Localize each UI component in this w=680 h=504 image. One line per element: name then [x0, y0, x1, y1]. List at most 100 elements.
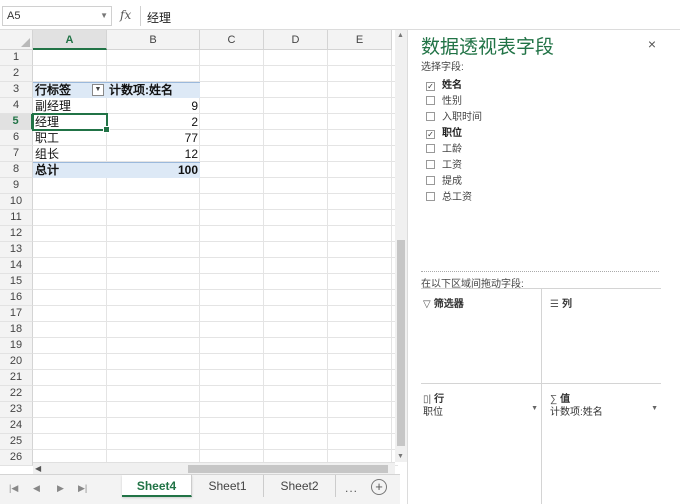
row-header[interactable]: 21 — [0, 370, 33, 386]
vertical-scroll-thumb[interactable] — [397, 240, 405, 446]
columns-area-label[interactable]: ☰ 列 — [550, 295, 572, 310]
gridline-vertical — [263, 50, 264, 470]
row-header[interactable]: 26 — [0, 450, 33, 466]
row-header[interactable]: 6 — [0, 130, 33, 146]
rows-area-item[interactable]: 职位 ▼ — [423, 403, 538, 418]
scroll-down-icon[interactable]: ▼ — [397, 453, 404, 460]
pivot-row-value[interactable]: 2 — [107, 114, 200, 130]
chevron-down-icon[interactable]: ▼ — [651, 405, 658, 412]
more-sheets-button[interactable]: ... — [345, 481, 358, 495]
checkbox-checked-icon[interactable]: ✓ — [426, 130, 435, 139]
row-header[interactable]: 8 — [0, 162, 33, 178]
checkbox-icon[interactable] — [426, 176, 435, 185]
pivot-row-labels-header[interactable]: 行标签 — [33, 82, 91, 98]
column-header-e[interactable]: E — [328, 30, 392, 50]
scroll-left-icon[interactable]: ◀ — [35, 464, 41, 473]
formula-input[interactable]: 经理 — [147, 9, 171, 26]
pivot-row-label[interactable]: 副经理 — [33, 98, 107, 114]
checkbox-icon[interactable] — [426, 112, 435, 121]
pivot-row-value[interactable]: 9 — [107, 98, 200, 114]
field-label: 提成 — [442, 176, 462, 187]
checkbox-icon[interactable] — [426, 144, 435, 153]
field-label: 工龄 — [442, 144, 462, 155]
row-header[interactable]: 22 — [0, 386, 33, 402]
chevron-down-icon[interactable]: ▼ — [531, 405, 538, 412]
vertical-scrollbar[interactable]: ▲ ▼ — [395, 30, 407, 462]
checkbox-checked-icon[interactable]: ✓ — [426, 82, 435, 91]
last-sheet-icon[interactable]: ▶| — [78, 483, 87, 494]
active-cell-selection[interactable] — [32, 113, 110, 133]
row-header[interactable]: 12 — [0, 226, 33, 242]
pivot-row-label[interactable]: 职工 — [33, 130, 107, 146]
gridline-horizontal — [33, 273, 398, 274]
column-header-a[interactable]: A — [33, 30, 107, 50]
checkbox-icon[interactable] — [426, 96, 435, 105]
pivot-row-value[interactable]: 77 — [107, 130, 200, 146]
row-header[interactable]: 25 — [0, 434, 33, 450]
pivot-values-header[interactable]: 计数项:姓名 — [107, 82, 200, 98]
gridline-horizontal — [33, 353, 398, 354]
field-label: 职位 — [442, 128, 462, 139]
field-item[interactable]: 工资 — [426, 158, 462, 174]
row-header[interactable]: 17 — [0, 306, 33, 322]
row-header[interactable]: 9 — [0, 178, 33, 194]
pivot-row-value[interactable]: 12 — [107, 146, 200, 162]
row-header[interactable]: 20 — [0, 354, 33, 370]
gridline-horizontal — [33, 257, 398, 258]
horizontal-scroll-thumb[interactable] — [188, 465, 388, 473]
row-header[interactable]: 3 — [0, 82, 33, 98]
prev-sheet-icon[interactable]: ◀ — [33, 483, 40, 494]
row-header[interactable]: 15 — [0, 274, 33, 290]
field-item[interactable]: ✓ 职位 — [426, 126, 462, 142]
row-header[interactable]: 19 — [0, 338, 33, 354]
column-header-d[interactable]: D — [264, 30, 328, 50]
field-item[interactable]: 性别 — [426, 94, 462, 110]
pivot-total-label[interactable]: 总计 — [33, 162, 107, 178]
filters-area-label[interactable]: ▽ 筛选器 — [423, 295, 464, 310]
tab-sheet2[interactable]: Sheet2 — [264, 475, 336, 497]
row-header[interactable]: 4 — [0, 98, 33, 114]
row-header[interactable]: 7 — [0, 146, 33, 162]
column-header-b[interactable]: B — [107, 30, 200, 50]
field-label: 姓名 — [442, 80, 462, 91]
row-header[interactable]: 5 — [0, 114, 33, 130]
row-header[interactable]: 14 — [0, 258, 33, 274]
column-header-c[interactable]: C — [200, 30, 264, 50]
field-item[interactable]: 提成 — [426, 174, 462, 190]
chevron-down-icon[interactable]: ▼ — [100, 7, 108, 25]
row-header[interactable]: 13 — [0, 242, 33, 258]
row-header[interactable]: 23 — [0, 402, 33, 418]
function-icon[interactable]: fx — [120, 8, 131, 22]
columns-icon: ☰ — [550, 299, 559, 310]
select-all-corner[interactable] — [0, 30, 33, 50]
field-item[interactable]: ✓ 姓名 — [426, 78, 462, 94]
field-item[interactable]: 工龄 — [426, 142, 462, 158]
row-header[interactable]: 16 — [0, 290, 33, 306]
row-header[interactable]: 18 — [0, 322, 33, 338]
first-sheet-icon[interactable]: |◀ — [9, 483, 18, 494]
field-item[interactable]: 总工资 — [426, 190, 472, 206]
next-sheet-icon[interactable]: ▶ — [57, 483, 64, 494]
gridline-horizontal — [33, 321, 398, 322]
horizontal-scrollbar[interactable]: ◀ — [33, 462, 395, 474]
values-area-item[interactable]: 计数项:姓名 ▼ — [550, 403, 658, 418]
row-header[interactable]: 1 — [0, 50, 33, 66]
pivot-total-value[interactable]: 100 — [107, 162, 200, 178]
tab-sheet1[interactable]: Sheet1 — [192, 475, 264, 497]
scroll-up-icon[interactable]: ▲ — [397, 32, 404, 39]
pivot-row-label[interactable]: 组长 — [33, 146, 107, 162]
pane-divider — [421, 271, 659, 272]
close-icon[interactable]: × — [648, 36, 656, 52]
tab-sheet4[interactable]: Sheet4 — [122, 475, 192, 497]
row-header[interactable]: 10 — [0, 194, 33, 210]
areas-divider — [541, 288, 542, 504]
field-item[interactable]: 入职时间 — [426, 110, 482, 126]
add-sheet-icon[interactable]: + — [371, 479, 387, 495]
name-box[interactable]: A5 ▼ — [2, 6, 112, 26]
filter-dropdown-icon[interactable]: ▼ — [92, 84, 104, 96]
row-header[interactable]: 11 — [0, 210, 33, 226]
checkbox-icon[interactable] — [426, 160, 435, 169]
row-header[interactable]: 2 — [0, 66, 33, 82]
row-header[interactable]: 24 — [0, 418, 33, 434]
checkbox-icon[interactable] — [426, 192, 435, 201]
